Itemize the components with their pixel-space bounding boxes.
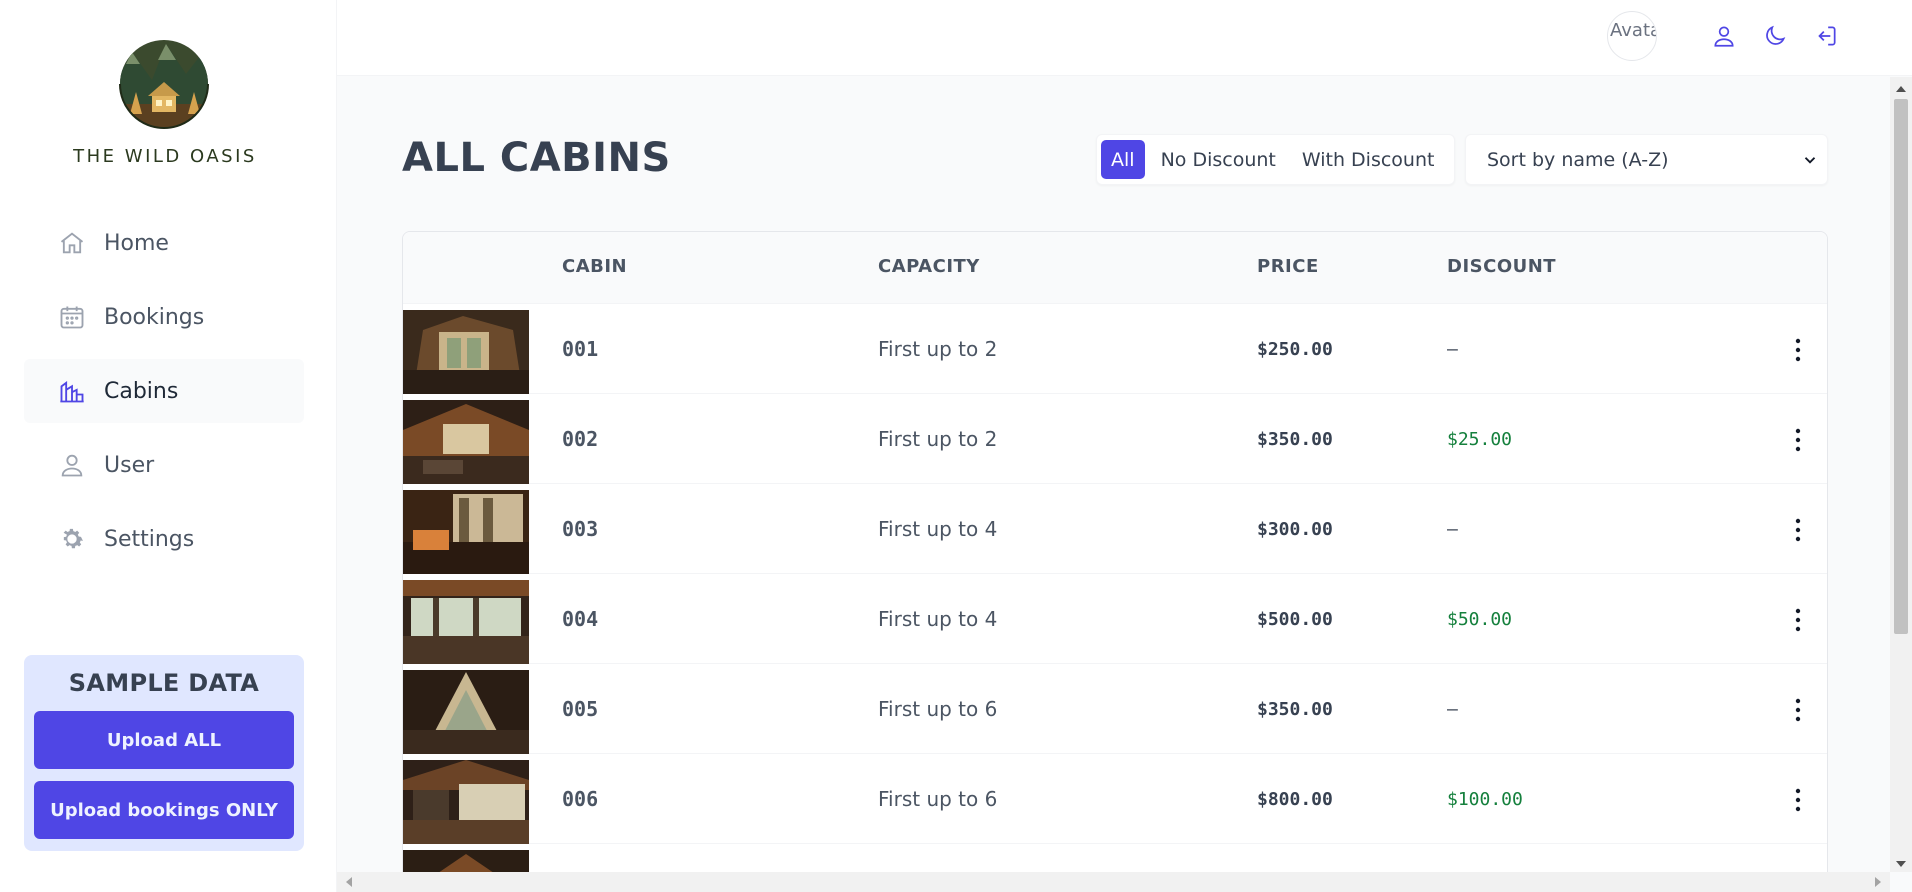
filter-with-discount[interactable]: With Discount bbox=[1292, 140, 1445, 179]
cabin-price: $300.00 bbox=[1257, 519, 1333, 540]
cabins-icon bbox=[57, 376, 87, 406]
cabin-discount: — bbox=[1447, 519, 1458, 540]
page-title: ALL CABINS bbox=[402, 135, 671, 181]
cabin-capacity: First up to 4 bbox=[878, 607, 998, 631]
sidebar-item-label: Cabins bbox=[104, 378, 179, 404]
sidebar-item-label: Home bbox=[104, 230, 169, 256]
cabin-capacity: First up to 6 bbox=[878, 787, 998, 811]
column-header-price: PRICE bbox=[1257, 256, 1319, 277]
cabin-price: $500.00 bbox=[1257, 609, 1333, 630]
main-nav: Home Bookings Cabins User Settings bbox=[24, 211, 304, 581]
sidebar-item-label: User bbox=[104, 452, 155, 478]
filter-all[interactable]: All bbox=[1101, 140, 1145, 179]
cabin-name: 001 bbox=[562, 337, 599, 361]
sidebar-item-home[interactable]: Home bbox=[24, 211, 304, 275]
discount-filter: All No Discount With Discount bbox=[1096, 134, 1456, 185]
table-row: 004 First up to 4 $500.00 $50.00 bbox=[403, 574, 1827, 664]
table-row: 002 First up to 2 $350.00 $25.00 bbox=[403, 394, 1827, 484]
column-header-discount: DISCOUNT bbox=[1447, 256, 1557, 277]
cabin-discount: $25.00 bbox=[1447, 429, 1513, 450]
cabin-image bbox=[403, 400, 529, 484]
sidebar-item-label: Bookings bbox=[104, 304, 205, 330]
moon-icon[interactable] bbox=[1759, 20, 1791, 52]
column-header-cabin: CABIN bbox=[562, 256, 628, 277]
cabins-table: CABIN CAPACITY PRICE DISCOUNT 001 First … bbox=[402, 231, 1828, 872]
sort-select[interactable]: Sort by name (A-Z) bbox=[1465, 134, 1828, 185]
more-options-icon[interactable] bbox=[1788, 426, 1808, 454]
scroll-up-icon[interactable] bbox=[1890, 81, 1912, 97]
more-options-icon[interactable] bbox=[1788, 696, 1808, 724]
scroll-right-icon[interactable] bbox=[1870, 872, 1886, 892]
sample-data-panel: SAMPLE DATA Upload ALL Upload bookings O… bbox=[24, 655, 304, 851]
sidebar-item-settings[interactable]: Settings bbox=[24, 507, 304, 571]
table-row: 001 First up to 2 $250.00 — bbox=[403, 304, 1827, 394]
cabin-discount: $50.00 bbox=[1447, 609, 1513, 630]
logout-icon[interactable] bbox=[1810, 20, 1842, 52]
table-row: 003 First up to 4 $300.00 — bbox=[403, 484, 1827, 574]
cabin-name: 002 bbox=[562, 427, 599, 451]
more-options-icon[interactable] bbox=[1788, 786, 1808, 814]
cabin-price: $800.00 bbox=[1257, 789, 1333, 810]
cabin-name: 006 bbox=[562, 787, 599, 811]
scroll-down-icon[interactable] bbox=[1890, 856, 1912, 872]
logo bbox=[104, 34, 224, 130]
cabin-image bbox=[403, 580, 529, 664]
home-icon bbox=[57, 228, 87, 258]
cabin-capacity: First up to 4 bbox=[878, 517, 998, 541]
filter-no-discount[interactable]: No Discount bbox=[1151, 140, 1286, 179]
sidebar-item-label: Settings bbox=[104, 526, 195, 552]
cabin-price: $350.00 bbox=[1257, 699, 1333, 720]
chevron-down-icon bbox=[1801, 151, 1819, 174]
sidebar: THE WILD OASIS Home Bookings Cabins User bbox=[0, 0, 337, 892]
vertical-scrollbar[interactable] bbox=[1890, 77, 1912, 872]
sidebar-item-cabins[interactable]: Cabins bbox=[24, 359, 304, 423]
avatar[interactable]: Avatar bbox=[1607, 11, 1657, 61]
sidebar-item-bookings[interactable]: Bookings bbox=[24, 285, 304, 349]
sidebar-item-user[interactable]: User bbox=[24, 433, 304, 497]
main-content: ALL CABINS All No Discount With Discount… bbox=[337, 77, 1890, 872]
cabin-image bbox=[403, 760, 529, 844]
cabin-capacity: First up to 6 bbox=[878, 697, 998, 721]
cabin-name: 005 bbox=[562, 697, 599, 721]
cabin-image bbox=[403, 310, 529, 394]
user-icon[interactable] bbox=[1708, 20, 1740, 52]
brand-name: THE WILD OASIS bbox=[73, 146, 257, 167]
scroll-left-icon[interactable] bbox=[341, 872, 357, 892]
cabin-image bbox=[403, 850, 529, 872]
sample-data-title: SAMPLE DATA bbox=[68, 669, 260, 697]
horizontal-scrollbar[interactable] bbox=[337, 872, 1890, 892]
cabin-capacity: First up to 2 bbox=[878, 337, 998, 361]
user-icon bbox=[57, 450, 87, 480]
more-options-icon[interactable] bbox=[1788, 606, 1808, 634]
column-header-capacity: CAPACITY bbox=[878, 256, 980, 277]
cabin-name: 004 bbox=[562, 607, 599, 631]
cabin-name: 003 bbox=[562, 517, 599, 541]
cabin-price: $250.00 bbox=[1257, 339, 1333, 360]
cabin-discount: $100.00 bbox=[1447, 789, 1523, 810]
cabin-discount: — bbox=[1447, 699, 1458, 720]
more-options-icon[interactable] bbox=[1788, 336, 1808, 364]
sort-select-value: Sort by name (A-Z) bbox=[1487, 148, 1669, 171]
table-header: CABIN CAPACITY PRICE DISCOUNT bbox=[403, 232, 1827, 304]
cabin-capacity: First up to 2 bbox=[878, 427, 998, 451]
top-header: Avatar bbox=[337, 0, 1912, 76]
cabin-image bbox=[403, 490, 529, 574]
table-row: 005 First up to 6 $350.00 — bbox=[403, 664, 1827, 754]
calendar-icon bbox=[57, 302, 87, 332]
upload-all-button[interactable]: Upload ALL bbox=[34, 711, 294, 769]
vertical-scroll-thumb[interactable] bbox=[1894, 99, 1908, 634]
upload-bookings-button[interactable]: Upload bookings ONLY bbox=[34, 781, 294, 839]
cabin-price: $350.00 bbox=[1257, 429, 1333, 450]
gear-icon bbox=[57, 524, 87, 554]
table-row: 006 First up to 6 $800.00 $100.00 bbox=[403, 754, 1827, 844]
cabin-image bbox=[403, 670, 529, 754]
cabin-discount: — bbox=[1447, 339, 1458, 360]
table-row bbox=[403, 844, 1827, 872]
more-options-icon[interactable] bbox=[1788, 516, 1808, 544]
